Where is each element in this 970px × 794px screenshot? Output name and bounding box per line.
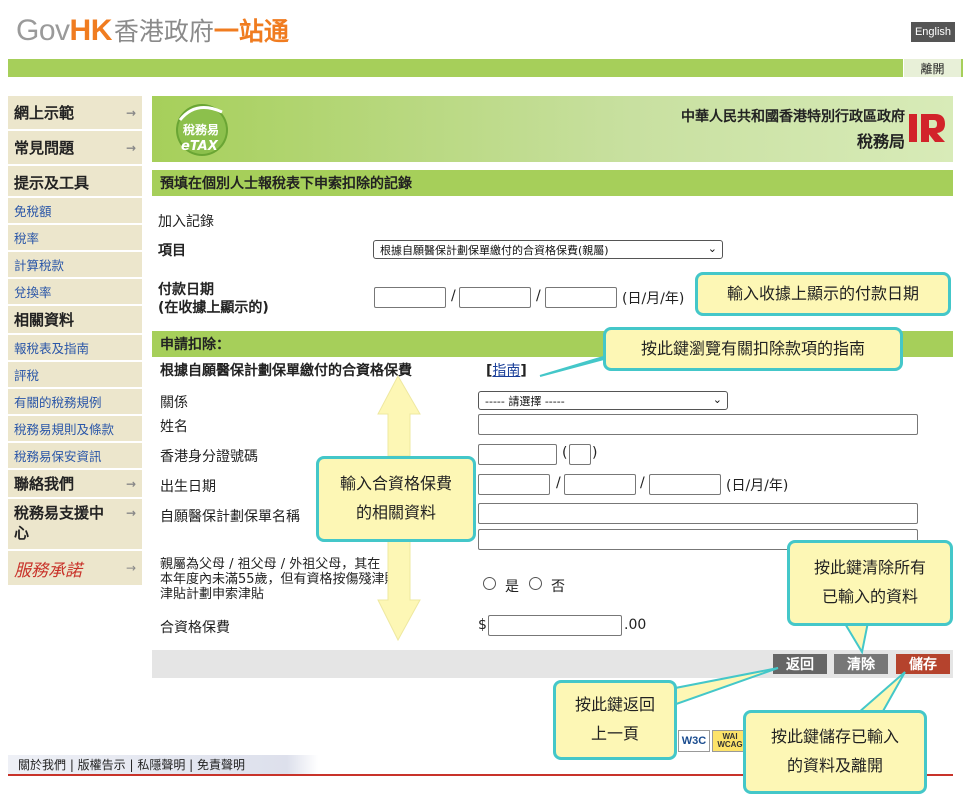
premium-input[interactable] [488, 615, 622, 636]
w3c-badge[interactable]: W3C [678, 730, 710, 752]
etax-logo-icon: 稅務易 eTAX [176, 104, 228, 156]
chevron-down-icon: ⌄ [707, 242, 717, 255]
ird-banner: 稅務易 eTAX 中華人民共和國香港特別行政區政府 稅務局 [152, 96, 953, 162]
sidebar-item-contact-us[interactable]: 聯絡我們 → [8, 470, 142, 499]
payment-date-sublabel: (在收據上顯示的) [158, 300, 269, 316]
guide-link-wrapper: [指南] [486, 363, 527, 379]
sidebar-item-performance-pledge[interactable]: 服務承諾 → [8, 551, 142, 587]
sidebar: 網上示範 → 常見問題 → 提示及工具 免稅額 稅率 計算稅款 兌換率 相關資料 報… [8, 96, 142, 587]
dob-month-input[interactable] [564, 474, 636, 495]
svg-text:eTAX: eTAX [181, 139, 219, 154]
date-separator: / [451, 288, 456, 304]
sidebar-item-faq[interactable]: 常見問題 → [8, 131, 142, 166]
hkid-label: 香港身分證號碼 [160, 449, 258, 465]
sidebar-item-tax-rules[interactable]: 有關的稅務規例 [8, 389, 142, 416]
date-separator: / [556, 475, 561, 491]
expand-arrow-icon: → [125, 506, 136, 520]
sidebar-item-online-demo[interactable]: 網上示範 → [8, 96, 142, 131]
claim-title: 根據自願醫保計劃保單繳付的合資格保費 [160, 363, 412, 379]
sidebar-item-tips-tools: 提示及工具 [8, 166, 142, 198]
policy-name-input-1[interactable] [478, 503, 918, 524]
name-label: 姓名 [160, 419, 188, 435]
top-green-bar [8, 59, 963, 77]
clear-button[interactable]: 清除 [834, 654, 888, 674]
policy-name-label: 自願醫保計劃保單名稱 [160, 509, 300, 525]
expand-arrow-icon: → [125, 476, 136, 491]
date-format-hint: (日/月/年) [622, 291, 685, 307]
callout-guide: 按此鍵瀏覽有關扣除款項的指南 [603, 327, 903, 371]
callout-clear: 按此鍵清除所有 已輸入的資料 [787, 540, 953, 626]
dob-label: 出生日期 [160, 479, 216, 495]
date-separator: / [536, 288, 541, 304]
callout-save: 按此鍵儲存已輸入 的資料及離開 [743, 710, 927, 794]
payment-month-input[interactable] [459, 287, 531, 308]
yes-label: 是 [505, 579, 519, 595]
hkid-check-digit-input[interactable] [569, 444, 591, 465]
button-bar [152, 650, 953, 678]
english-button[interactable]: English [911, 22, 955, 42]
svg-text:稅務易: 稅務易 [183, 122, 219, 137]
back-button[interactable]: 返回 [773, 654, 827, 674]
name-input[interactable] [478, 414, 918, 435]
logo-gov-text: Gov [16, 14, 70, 47]
add-record-label: 加入記錄 [158, 214, 214, 230]
chevron-down-icon: ⌄ [712, 393, 722, 406]
relation-label: 關係 [160, 395, 188, 411]
callout-premium-info: 輸入合資格保費 的相關資料 [316, 456, 476, 542]
expand-arrow-icon: → [125, 140, 136, 155]
payment-day-input[interactable] [374, 287, 446, 308]
relation-select[interactable]: ----- 請選擇 ----- ⌄ [478, 391, 728, 410]
logo-cn-orange: 一站通 [213, 17, 289, 46]
sidebar-item-related-info: 相關資料 [8, 306, 142, 335]
section-title-bar: 預填在個別人士報稅表下申索扣除的記錄 [152, 170, 953, 196]
dob-year-input[interactable] [649, 474, 721, 495]
item-select[interactable]: 根據自願醫保計劃保單繳付的合資格保費(親屬) ⌄ [373, 240, 723, 259]
govhk-logo[interactable]: Gov HK 香港政府 一站通 [16, 12, 289, 52]
payment-date-label: 付款日期 [158, 282, 214, 298]
exit-link[interactable]: 離開 [903, 59, 961, 77]
date-separator: / [640, 475, 645, 491]
sidebar-item-allowances[interactable]: 免稅額 [8, 198, 142, 225]
logo-cn-gray: 香港政府 [113, 17, 214, 46]
payment-year-input[interactable] [545, 287, 617, 308]
footer-links[interactable]: 關於我們 | 版權告示 | 私隱聲明 | 免責聲明 [8, 755, 318, 774]
currency-symbol: $ [478, 617, 487, 633]
dob-day-input[interactable] [478, 474, 550, 495]
sidebar-item-etax-security[interactable]: 稅務易保安資訊 [8, 443, 142, 470]
sidebar-item-exchange-rates[interactable]: 兌換率 [8, 279, 142, 306]
hkid-paren-open: ( [562, 445, 568, 461]
logo-hk-text: HK [69, 14, 113, 47]
hkid-input[interactable] [478, 444, 557, 465]
sidebar-item-tax-calculator[interactable]: 計算稅款 [8, 252, 142, 279]
cents-suffix: .00 [624, 617, 647, 633]
ir-logo-icon [909, 114, 945, 142]
dob-format-hint: (日/月/年) [726, 478, 789, 494]
hkid-paren-close: ) [592, 445, 598, 461]
sidebar-item-etax-support[interactable]: 稅務易支援中心 → [8, 499, 142, 551]
callout-payment-date: 輸入收據上顯示的付款日期 [695, 272, 951, 316]
department-name: 中華人民共和國香港特別行政區政府 稅務局 [681, 109, 905, 151]
expand-arrow-icon: → [125, 105, 136, 120]
sidebar-item-assessment[interactable]: 評稅 [8, 362, 142, 389]
premium-label: 合資格保費 [160, 620, 230, 636]
item-label: 項目 [158, 243, 186, 259]
expand-arrow-icon: → [125, 561, 136, 575]
save-button[interactable]: 儲存 [896, 654, 950, 674]
guide-link[interactable]: 指南 [492, 363, 520, 379]
sidebar-item-tax-rates[interactable]: 稅率 [8, 225, 142, 252]
parent-question: 親屬為父母 / 祖父母 / 外祖父母，其在 本年度內未滿55歲，但有資格按傷殘津… [160, 557, 398, 602]
yes-radio[interactable] [483, 577, 496, 590]
sidebar-item-etax-terms[interactable]: 稅務易規則及條款 [8, 416, 142, 443]
no-radio[interactable] [529, 577, 542, 590]
sidebar-item-returns-guides[interactable]: 報稅表及指南 [8, 335, 142, 362]
callout-back: 按此鍵返回 上一頁 [553, 680, 677, 760]
no-label: 否 [551, 579, 565, 595]
